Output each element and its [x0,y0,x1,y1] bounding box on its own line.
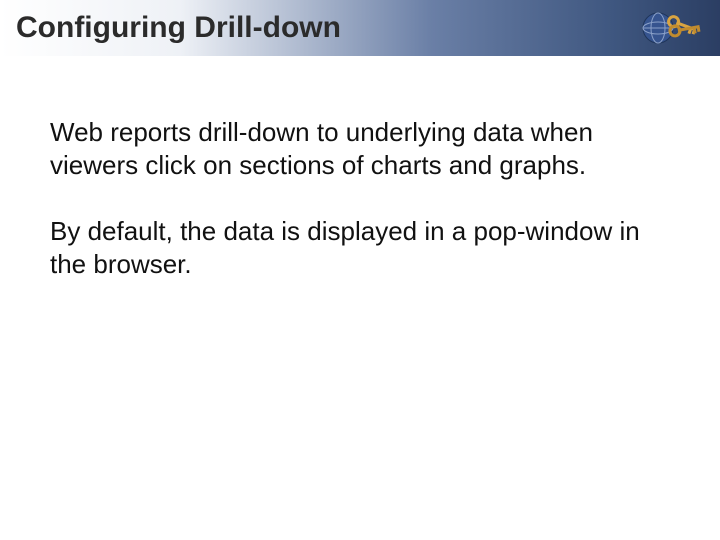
body-paragraph-2: By default, the data is displayed in a p… [50,215,670,280]
title-bar: Configuring Drill-down [0,0,720,56]
slide-title: Configuring Drill-down [16,11,341,45]
body-paragraph-1: Web reports drill-down to underlying dat… [50,116,670,181]
key-globe-logo-icon [638,4,708,52]
slide-body: Web reports drill-down to underlying dat… [0,56,720,280]
